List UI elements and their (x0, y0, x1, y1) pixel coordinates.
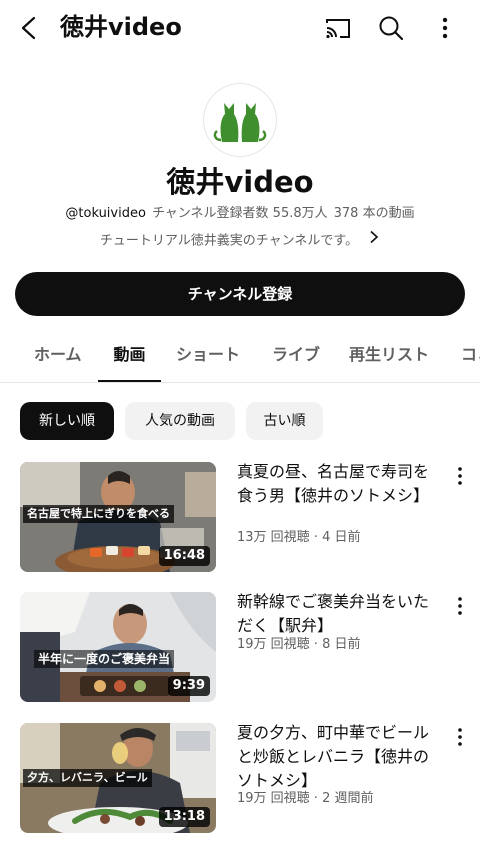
search-icon[interactable] (375, 12, 407, 44)
back-icon[interactable] (14, 12, 46, 44)
video-meta: 19万 回視聴 · 8 日前 (237, 637, 361, 652)
tab-videos[interactable]: 動画 (98, 330, 161, 382)
video-duration: 16:48 (158, 546, 210, 566)
video-thumbnail[interactable]: 夕方、レバニラ、ビール 13:18 (20, 723, 216, 833)
page-title: 徳井video (60, 13, 182, 41)
channel-handle: @tokuivideo (65, 206, 146, 221)
video-meta: 19万 回視聴 · 2 週間前 (237, 791, 374, 806)
channel-stats: @tokuivideo チャンネル登録者数 55.8万人 378 本の動画 (0, 203, 480, 225)
subscribe-button[interactable]: チャンネル登録 (15, 272, 465, 316)
video-item[interactable]: 名古屋で特上にぎりを食べる 16:48 真夏の昼、名古屋で寿司を食う男【徳井のソ… (0, 462, 480, 574)
video-item[interactable]: 夕方、レバニラ、ビール 13:18 夏の夕方、町中華でビールと炒飯とレバニラ【徳… (0, 723, 480, 835)
video-title[interactable]: 新幹線でご褒美弁当をいただく【駅弁】 (237, 590, 442, 638)
sort-chips: 新しい順 人気の動画 古い順 (0, 402, 480, 442)
more-vert-icon[interactable] (448, 594, 472, 618)
more-vert-icon[interactable] (448, 464, 472, 488)
video-duration: 13:18 (158, 807, 210, 827)
subscriber-count: チャンネル登録者数 55.8万人 (151, 206, 328, 221)
cat-logo-icon (213, 103, 267, 142)
channel-avatar[interactable] (204, 84, 276, 156)
chevron-right-icon (368, 230, 380, 252)
channel-description-link[interactable]: チュートリアル徳井義実のチャンネルです。 (0, 230, 480, 253)
thumbnail-caption: 夕方、レバニラ、ビール (23, 769, 152, 787)
chip-popular[interactable]: 人気の動画 (125, 402, 235, 440)
video-thumbnail[interactable]: 半年に一度のご褒美弁当 9:39 (20, 592, 216, 702)
channel-tabs: ホーム 動画 ショート ライブ 再生リスト コミュニティ (0, 330, 480, 383)
cast-icon[interactable] (322, 12, 354, 44)
more-vert-icon[interactable] (448, 725, 472, 749)
video-meta: 13万 回視聴 · 4 日前 (237, 530, 361, 545)
tab-shorts[interactable]: ショート (176, 330, 240, 382)
video-title[interactable]: 夏の夕方、町中華でビールと炒飯とレバニラ【徳井のソトメシ】 (237, 721, 442, 793)
tab-home[interactable]: ホーム (34, 330, 82, 382)
tab-community[interactable]: コミュニティ (461, 330, 480, 382)
chip-newest[interactable]: 新しい順 (20, 402, 114, 440)
thumbnail-caption: 名古屋で特上にぎりを食べる (23, 505, 174, 523)
channel-name: 徳井video (166, 165, 314, 199)
channel-description: チュートリアル徳井義実のチャンネルです。 (99, 233, 359, 249)
top-app-bar: 徳井video (0, 0, 480, 56)
video-item[interactable]: 半年に一度のご褒美弁当 9:39 新幹線でご褒美弁当をいただく【駅弁】 19万 … (0, 592, 480, 704)
video-thumbnail[interactable]: 名古屋で特上にぎりを食べる 16:48 (20, 462, 216, 572)
tab-playlists[interactable]: 再生リスト (349, 330, 429, 382)
tab-live[interactable]: ライブ (272, 330, 320, 382)
video-title[interactable]: 真夏の昼、名古屋で寿司を食う男【徳井のソトメシ】 (237, 460, 442, 508)
chip-oldest[interactable]: 古い順 (246, 402, 323, 440)
video-count: 378 本の動画 (333, 206, 415, 221)
thumbnail-caption: 半年に一度のご褒美弁当 (34, 650, 175, 668)
video-duration: 9:39 (167, 676, 210, 696)
more-vert-icon[interactable] (429, 12, 461, 44)
